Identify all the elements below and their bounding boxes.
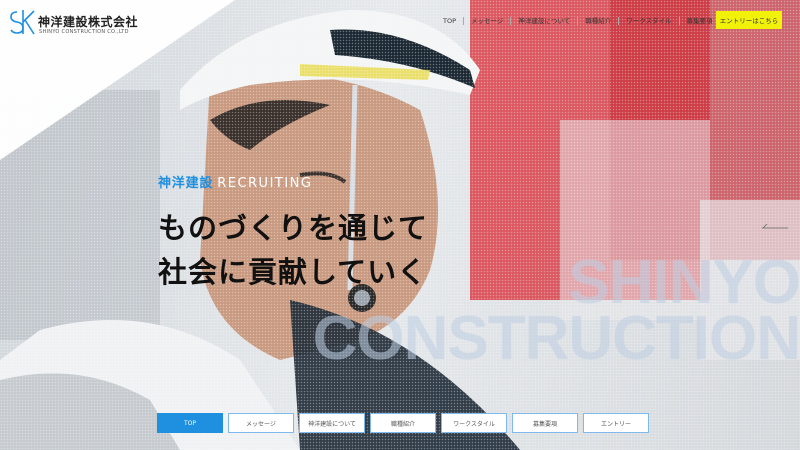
- background-watermark: SHINYO CONSTRUCTION: [280, 248, 800, 373]
- bottom-nav-top[interactable]: TOP: [157, 413, 223, 433]
- top-nav-jobs[interactable]: 職種紹介: [577, 17, 618, 25]
- top-navigation: TOP メッセージ 神洋建設について 職種紹介 ワークスタイル 募集要項: [436, 14, 720, 28]
- headline-line-1: ものづくりを通じて: [158, 211, 429, 245]
- watermark-line-1: SHINYO: [568, 248, 800, 317]
- bottom-nav-about[interactable]: 神洋建設について: [299, 413, 365, 433]
- top-nav-workstyle[interactable]: ワークスタイル: [618, 17, 678, 25]
- eyebrow-company: 神洋建設: [158, 176, 214, 191]
- top-nav-message[interactable]: メッセージ: [463, 17, 510, 25]
- bottom-nav-jobs[interactable]: 職種紹介: [370, 413, 436, 433]
- company-logo[interactable]: 神洋建設株式会社 SHINYO CONSTRUCTION CO.,LTD: [8, 8, 158, 36]
- bottom-nav-requirements[interactable]: 募集要項: [512, 413, 578, 433]
- top-nav-top[interactable]: TOP: [436, 17, 463, 25]
- top-nav-requirements[interactable]: 募集要項: [678, 17, 720, 25]
- eyebrow-recruiting: RECRUITING: [217, 176, 313, 191]
- bottom-nav-message[interactable]: メッセージ: [228, 413, 294, 433]
- company-name: 神洋建設株式会社: [38, 15, 139, 29]
- sk-logo-icon: [10, 10, 35, 35]
- bottom-nav-entry[interactable]: エントリー: [583, 413, 649, 433]
- bottom-navigation: TOP メッセージ 神洋建設について 職種紹介 ワークスタイル 募集要項 エント…: [157, 413, 649, 433]
- bottom-nav-workstyle[interactable]: ワークスタイル: [441, 413, 507, 433]
- watermark-line-2: CONSTRUCTION: [312, 304, 800, 373]
- scroll-indicator-icon: [762, 223, 788, 229]
- company-name-en: SHINYO CONSTRUCTION CO.,LTD: [39, 29, 129, 35]
- entry-button[interactable]: エントリーはこちら: [716, 11, 782, 29]
- hero-eyebrow: 神洋建設 RECRUITING: [158, 172, 312, 191]
- top-nav-about[interactable]: 神洋建設について: [510, 17, 577, 25]
